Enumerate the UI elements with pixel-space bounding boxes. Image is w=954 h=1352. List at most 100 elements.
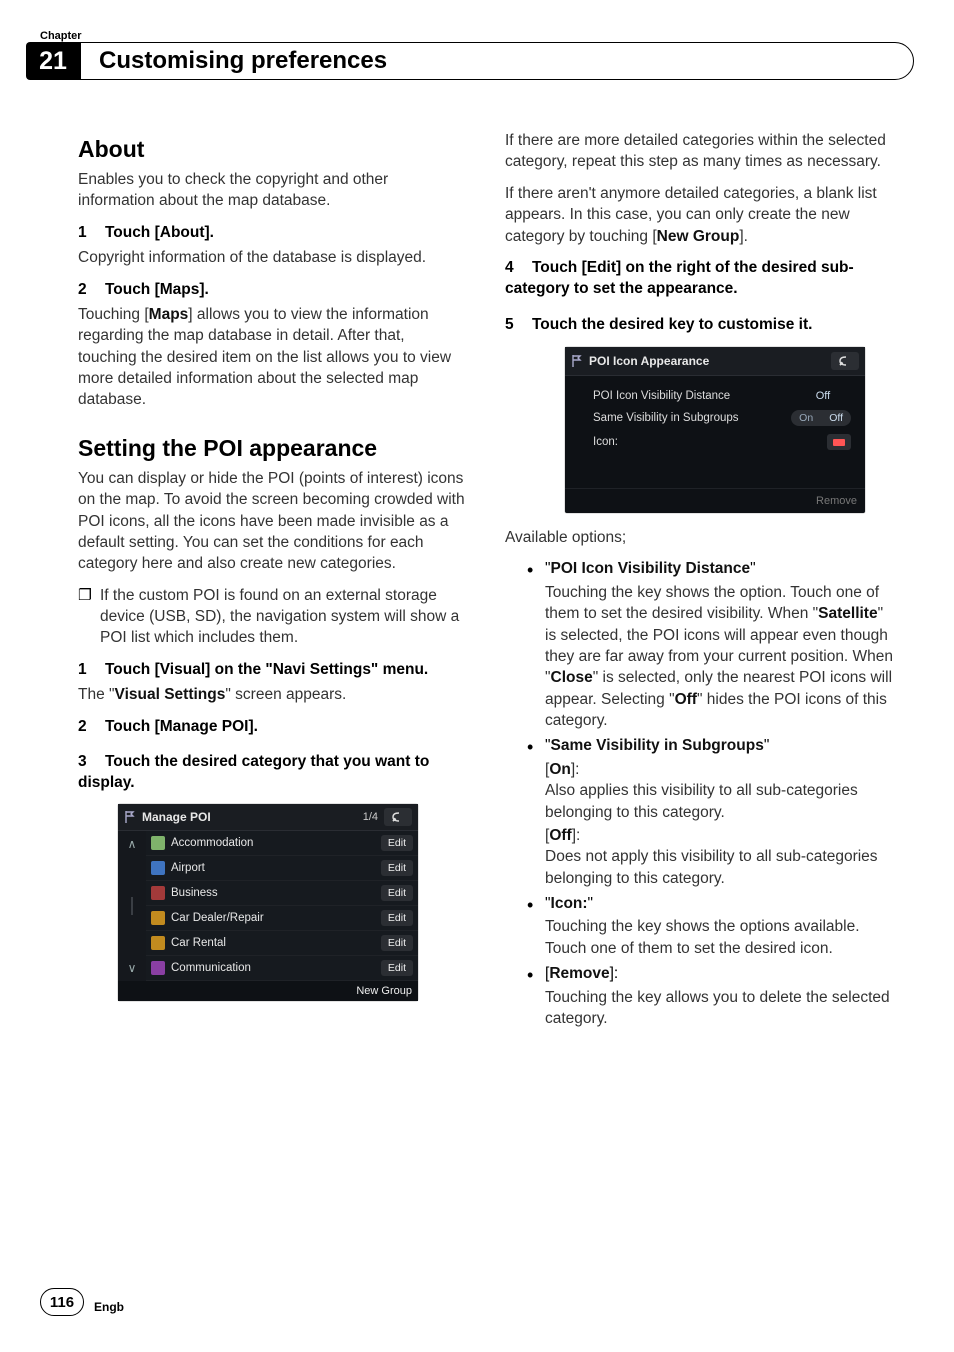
note-text: If the custom POI is found on an externa… [100, 585, 467, 649]
poiapp-row-icon[interactable]: Icon: [593, 434, 851, 450]
off-strong: Off [549, 827, 571, 844]
body-part: " screen appears. [225, 686, 346, 703]
category-icon [151, 961, 165, 975]
category-label: Car Rental [171, 937, 381, 949]
option-title: Icon: [551, 895, 588, 912]
list-item[interactable]: Car Rental Edit [146, 931, 418, 956]
managepoi-scrollbar[interactable]: ∧ ∨ [118, 831, 146, 981]
icon-preview [827, 434, 851, 450]
right-column: If there are more detailed categories wi… [505, 130, 894, 1039]
new-group-strong: New Group [657, 228, 740, 245]
poiapp-row-same-visibility: Same Visibility in Subgroups On Off [593, 410, 851, 426]
visual-settings-strong: Visual Settings [115, 686, 226, 703]
option-on-body: Also applies this visibility to all sub-… [545, 780, 894, 823]
option-title: Remove [549, 965, 609, 982]
poi-step-3: 3 Touch the desired category that you wa… [78, 751, 467, 794]
option-on: [On]: Also applies this visibility to al… [545, 759, 894, 823]
body-part: Touching [ [78, 306, 149, 323]
available-label: Available options; [505, 527, 894, 548]
option-body: Touching the key allows you to delete th… [545, 987, 894, 1030]
poi-step-1: 1 Touch [Visual] on the "Navi Settings" … [78, 659, 467, 680]
step-number: 5 [505, 316, 514, 333]
edit-button[interactable]: Edit [381, 960, 413, 976]
poiapp-row-label: Icon: [593, 436, 797, 448]
option-body: Touching the key shows the option. Touch… [545, 582, 894, 732]
category-label: Accommodation [171, 837, 381, 849]
on-strong: On [549, 761, 571, 778]
edit-button[interactable]: Edit [381, 885, 413, 901]
option-off: [Off]: Does not apply this visibility to… [545, 825, 894, 889]
flag-icon [124, 810, 136, 824]
body-part: The " [78, 686, 115, 703]
edit-button[interactable]: Edit [381, 935, 413, 951]
poiapp-row-visibility-distance[interactable]: POI Icon Visibility Distance Off [593, 390, 851, 402]
scroll-track [131, 897, 133, 915]
edit-button[interactable]: Edit [381, 910, 413, 926]
category-icon [151, 911, 165, 925]
list-item[interactable]: Airport Edit [146, 856, 418, 881]
same-visibility-toggle[interactable]: On Off [791, 410, 851, 426]
step-text: Touch the desired category that you want… [78, 753, 429, 791]
step-text: Touch the desired key to customise it. [532, 316, 813, 333]
edit-button[interactable]: Edit [381, 835, 413, 851]
back-button[interactable] [384, 808, 412, 826]
option-body: Touching the key shows the options avail… [545, 916, 894, 959]
back-icon [390, 811, 406, 823]
about-intro: Enables you to check the copyright and o… [78, 169, 467, 212]
list-item[interactable]: Business Edit [146, 881, 418, 906]
list-item[interactable]: Car Dealer/Repair Edit [146, 906, 418, 931]
step-text: Touch [Visual] on the "Navi Settings" me… [105, 661, 428, 678]
left-column: About Enables you to check the copyright… [78, 130, 467, 1039]
maps-strong: Maps [149, 306, 189, 323]
option-off-body: Does not apply this visibility to all su… [545, 846, 894, 889]
poi-step-4: 4 Touch [Edit] on the right of the desir… [505, 257, 894, 300]
step-text: Touch [Manage POI]. [105, 718, 258, 735]
poi-note: ❐ If the custom POI is found on an exter… [78, 585, 467, 649]
step-number: 2 [78, 718, 87, 735]
poi-step-2: 2 Touch [Manage POI]. [78, 716, 467, 737]
page-number: 116 [40, 1288, 84, 1316]
poiapp-title: POI Icon Appearance [589, 354, 831, 368]
back-button[interactable] [831, 352, 859, 370]
managepoi-list: Accommodation Edit Airport Edit Business… [146, 831, 418, 981]
category-label: Business [171, 887, 381, 899]
step-text: Touch [About]. [105, 224, 214, 241]
about-step-2-body: Touching [Maps] allows you to view the i… [78, 304, 467, 411]
visibility-distance-value: Off [795, 390, 851, 402]
about-heading: About [78, 136, 467, 163]
poi-heading: Setting the POI appearance [78, 435, 467, 462]
list-item[interactable]: Accommodation Edit [146, 831, 418, 856]
poi-step-5: 5 Touch the desired key to customise it. [505, 314, 894, 335]
about-step-1: 1 Touch [About]. [78, 222, 467, 243]
list-item[interactable]: Communication Edit [146, 956, 418, 981]
language-code: Engb [94, 1300, 124, 1314]
about-step-1-body: Copyright information of the database is… [78, 247, 467, 268]
category-icon [151, 936, 165, 950]
toggle-off[interactable]: Off [821, 410, 851, 426]
remove-button[interactable]: Remove [816, 495, 857, 507]
body-part: ]. [739, 228, 748, 245]
step-number: 1 [78, 224, 87, 241]
category-icon [151, 861, 165, 875]
satellite-strong: Satellite [818, 605, 877, 622]
poi-intro: You can display or hide the POI (points … [78, 468, 467, 575]
managepoi-titlebar: Manage POI 1/4 [118, 804, 418, 831]
poiapp-titlebar: POI Icon Appearance [565, 347, 865, 376]
about-step-2: 2 Touch [Maps]. [78, 279, 467, 300]
bed-icon [833, 439, 845, 446]
scroll-up-icon: ∧ [128, 837, 137, 851]
toggle-on[interactable]: On [791, 410, 821, 426]
back-icon [837, 355, 853, 367]
new-group-button[interactable]: New Group [356, 985, 412, 997]
options-list: "POI Icon Visibility Distance" Touching … [527, 558, 894, 1029]
edit-button[interactable]: Edit [381, 860, 413, 876]
flag-icon [571, 354, 583, 368]
poiapp-row-label: POI Icon Visibility Distance [593, 390, 795, 402]
chapter-label: Chapter [40, 30, 82, 42]
chapter-title: Customising preferences [80, 42, 914, 80]
managepoi-page-indicator: 1/4 [363, 811, 378, 823]
right-p1b: If there aren't anymore detailed categor… [505, 183, 894, 247]
option-same-visibility: "Same Visibility in Subgroups" [On]: Als… [527, 735, 894, 889]
poiapp-row-label: Same Visibility in Subgroups [593, 412, 791, 424]
category-label: Airport [171, 862, 381, 874]
